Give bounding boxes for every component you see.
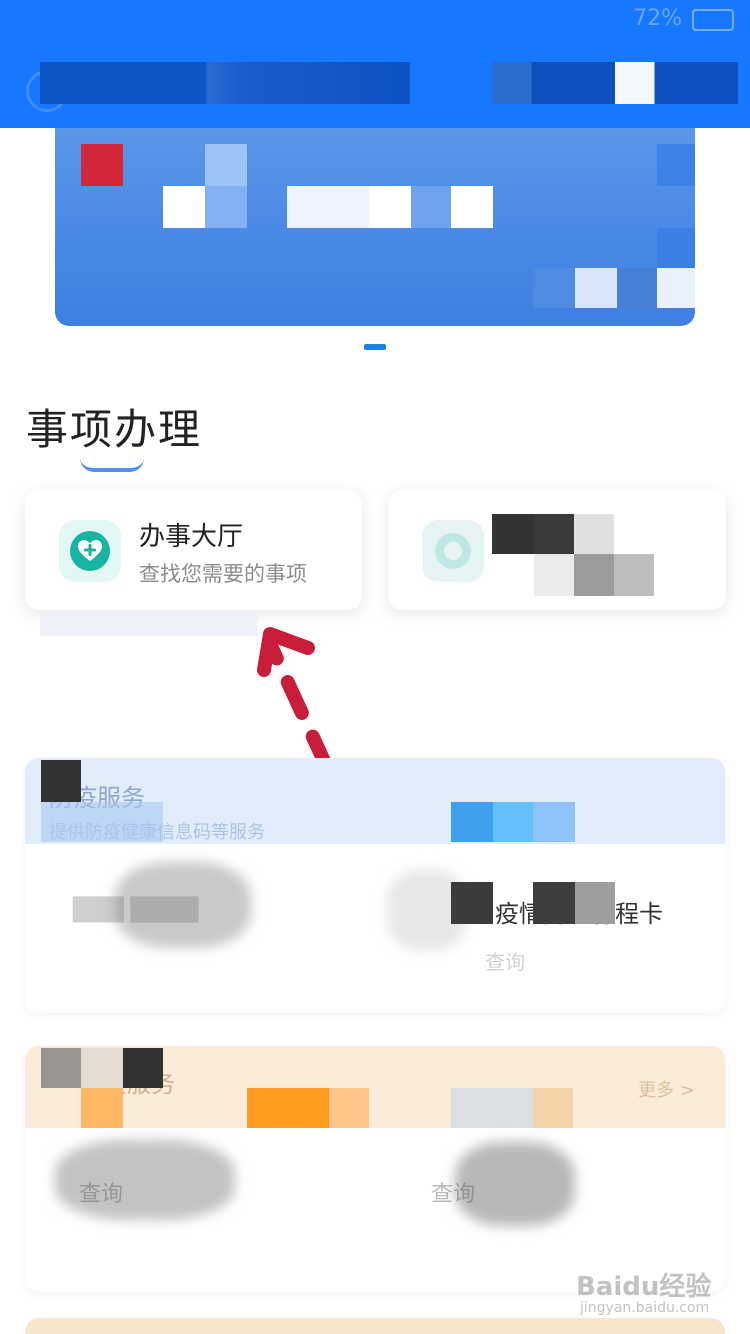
card-title: 办事大厅 <box>139 522 244 552</box>
card-mosaic-block <box>574 554 614 596</box>
card-mosaic-block <box>574 514 614 554</box>
more-link[interactable]: 更多 > <box>638 1076 695 1102</box>
section-mosaic-block <box>41 760 81 802</box>
card-subtitle: 查找您需要的事项 <box>139 562 307 586</box>
section-mosaic-block <box>575 882 615 924</box>
public-item-2[interactable]: 查询 <box>431 1176 475 1208</box>
banner-mosaic-block <box>411 186 451 228</box>
affairs-icon <box>422 520 484 582</box>
public-service-section: 公共服务 更多 > 查询 查询 <box>25 1046 725 1292</box>
banner-mosaic-block <box>533 268 575 308</box>
placeholder-bar <box>40 612 258 636</box>
top-header: 72% <box>0 0 750 128</box>
section-mosaic-block <box>81 1048 123 1088</box>
watermark-url: jingyan.baidu.com <box>580 1300 710 1316</box>
section-mosaic-block <box>533 1088 573 1128</box>
banner-mosaic-block <box>617 268 657 308</box>
section-mosaic-block <box>247 1088 329 1128</box>
card-mosaic-block <box>534 554 574 596</box>
card-mosaic-block <box>534 514 574 554</box>
public-item-1[interactable]: 查询 <box>79 1176 123 1208</box>
header-title-redacted <box>40 62 410 104</box>
banner-mosaic-block <box>205 186 247 228</box>
card-mosaic-block <box>614 554 654 596</box>
section-mosaic-block <box>533 802 575 842</box>
section-mosaic-block <box>329 1088 369 1128</box>
service-item-redacted[interactable]: ███ ████ <box>73 898 198 923</box>
banner-carousel[interactable] <box>55 128 695 326</box>
baidu-watermark: Baidu经验 <box>576 1272 712 1302</box>
section-mosaic-block <box>451 1088 533 1128</box>
section-title-underline <box>80 458 144 472</box>
section-mosaic-block <box>451 802 493 842</box>
banner-mosaic-block <box>163 186 205 228</box>
banner-mosaic-block <box>205 144 247 186</box>
section-mosaic-block <box>81 1088 123 1128</box>
battery-percentage: 72% <box>633 6 682 31</box>
heart-plus-icon <box>59 520 121 582</box>
banner-mosaic-block <box>451 186 493 228</box>
banner-mosaic-block <box>81 144 123 186</box>
banner-mosaic-block <box>657 144 695 186</box>
travel-card-desc: 查询 <box>485 950 525 974</box>
header-actions-redacted[interactable] <box>492 62 738 104</box>
next-section-edge <box>25 1318 725 1334</box>
section-mosaic-block <box>493 802 533 842</box>
section-mosaic-block <box>451 882 493 924</box>
banner-mosaic-block <box>575 268 617 308</box>
section-mosaic-block <box>123 1048 163 1088</box>
epidemic-service-section: 防疫服务 提供防疫健康信息码等服务 ███ ████ 疫情防控行程卡 查询 <box>25 758 725 1013</box>
my-affairs-card[interactable]: 办件 <box>388 490 726 610</box>
card-mosaic-block <box>492 514 534 554</box>
carousel-indicator <box>364 344 386 350</box>
banner-mosaic-block <box>369 186 411 228</box>
banner-mosaic-block <box>657 228 695 268</box>
service-hall-card[interactable]: 办事大厅 查找您需要的事项 <box>25 490 362 610</box>
section-mosaic-block <box>41 1048 81 1088</box>
banner-mosaic-block <box>657 268 695 308</box>
section-mosaic-block <box>533 882 575 924</box>
section-mosaic-block <box>41 802 163 842</box>
battery-icon <box>692 9 734 31</box>
section-title: 事项办理 <box>26 405 203 454</box>
